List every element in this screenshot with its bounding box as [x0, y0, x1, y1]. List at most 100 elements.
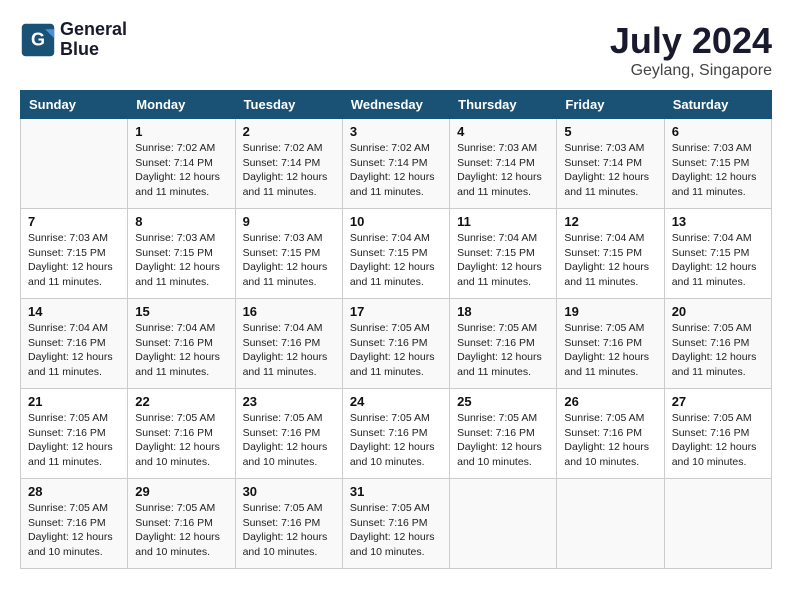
day-number: 22 [135, 394, 227, 409]
header-row: SundayMondayTuesdayWednesdayThursdayFrid… [21, 91, 772, 119]
day-info: Sunrise: 7:05 AMSunset: 7:16 PMDaylight:… [243, 411, 335, 470]
day-number: 10 [350, 214, 442, 229]
day-info: Sunrise: 7:02 AMSunset: 7:14 PMDaylight:… [135, 141, 227, 200]
col-header-monday: Monday [128, 91, 235, 119]
calendar-cell: 14 Sunrise: 7:04 AMSunset: 7:16 PMDaylig… [21, 299, 128, 389]
calendar-table: SundayMondayTuesdayWednesdayThursdayFrid… [20, 90, 772, 569]
calendar-cell: 10 Sunrise: 7:04 AMSunset: 7:15 PMDaylig… [342, 209, 449, 299]
col-header-friday: Friday [557, 91, 664, 119]
calendar-cell: 21 Sunrise: 7:05 AMSunset: 7:16 PMDaylig… [21, 389, 128, 479]
day-info: Sunrise: 7:02 AMSunset: 7:14 PMDaylight:… [243, 141, 335, 200]
calendar-cell: 15 Sunrise: 7:04 AMSunset: 7:16 PMDaylig… [128, 299, 235, 389]
col-header-thursday: Thursday [450, 91, 557, 119]
day-number: 26 [564, 394, 656, 409]
calendar-cell: 30 Sunrise: 7:05 AMSunset: 7:16 PMDaylig… [235, 479, 342, 569]
day-number: 12 [564, 214, 656, 229]
calendar-cell: 17 Sunrise: 7:05 AMSunset: 7:16 PMDaylig… [342, 299, 449, 389]
calendar-cell: 29 Sunrise: 7:05 AMSunset: 7:16 PMDaylig… [128, 479, 235, 569]
calendar-cell: 6 Sunrise: 7:03 AMSunset: 7:15 PMDayligh… [664, 119, 771, 209]
logo-text: General Blue [60, 20, 127, 60]
day-info: Sunrise: 7:04 AMSunset: 7:15 PMDaylight:… [350, 231, 442, 290]
calendar-cell: 3 Sunrise: 7:02 AMSunset: 7:14 PMDayligh… [342, 119, 449, 209]
day-number: 23 [243, 394, 335, 409]
day-info: Sunrise: 7:05 AMSunset: 7:16 PMDaylight:… [135, 501, 227, 560]
month-year: July 2024 [610, 20, 772, 62]
calendar-cell: 5 Sunrise: 7:03 AMSunset: 7:14 PMDayligh… [557, 119, 664, 209]
calendar-cell [21, 119, 128, 209]
day-number: 24 [350, 394, 442, 409]
calendar-cell: 24 Sunrise: 7:05 AMSunset: 7:16 PMDaylig… [342, 389, 449, 479]
day-number: 20 [672, 304, 764, 319]
week-row: 14 Sunrise: 7:04 AMSunset: 7:16 PMDaylig… [21, 299, 772, 389]
day-info: Sunrise: 7:05 AMSunset: 7:16 PMDaylight:… [457, 411, 549, 470]
calendar-cell [557, 479, 664, 569]
week-row: 21 Sunrise: 7:05 AMSunset: 7:16 PMDaylig… [21, 389, 772, 479]
week-row: 1 Sunrise: 7:02 AMSunset: 7:14 PMDayligh… [21, 119, 772, 209]
day-info: Sunrise: 7:05 AMSunset: 7:16 PMDaylight:… [672, 321, 764, 380]
day-info: Sunrise: 7:05 AMSunset: 7:16 PMDaylight:… [457, 321, 549, 380]
day-info: Sunrise: 7:05 AMSunset: 7:16 PMDaylight:… [350, 411, 442, 470]
day-number: 19 [564, 304, 656, 319]
day-number: 28 [28, 484, 120, 499]
calendar-cell: 28 Sunrise: 7:05 AMSunset: 7:16 PMDaylig… [21, 479, 128, 569]
logo-line2: Blue [60, 40, 127, 60]
calendar-cell: 11 Sunrise: 7:04 AMSunset: 7:15 PMDaylig… [450, 209, 557, 299]
day-number: 1 [135, 124, 227, 139]
calendar-cell: 13 Sunrise: 7:04 AMSunset: 7:15 PMDaylig… [664, 209, 771, 299]
day-number: 16 [243, 304, 335, 319]
day-info: Sunrise: 7:02 AMSunset: 7:14 PMDaylight:… [350, 141, 442, 200]
day-info: Sunrise: 7:05 AMSunset: 7:16 PMDaylight:… [28, 501, 120, 560]
day-info: Sunrise: 7:04 AMSunset: 7:15 PMDaylight:… [457, 231, 549, 290]
svg-text:G: G [31, 29, 45, 49]
day-number: 17 [350, 304, 442, 319]
day-info: Sunrise: 7:04 AMSunset: 7:16 PMDaylight:… [243, 321, 335, 380]
day-number: 14 [28, 304, 120, 319]
day-info: Sunrise: 7:05 AMSunset: 7:16 PMDaylight:… [564, 321, 656, 380]
calendar-cell: 12 Sunrise: 7:04 AMSunset: 7:15 PMDaylig… [557, 209, 664, 299]
day-number: 31 [350, 484, 442, 499]
day-info: Sunrise: 7:03 AMSunset: 7:14 PMDaylight:… [457, 141, 549, 200]
day-info: Sunrise: 7:04 AMSunset: 7:15 PMDaylight:… [672, 231, 764, 290]
calendar-cell: 1 Sunrise: 7:02 AMSunset: 7:14 PMDayligh… [128, 119, 235, 209]
logo-line1: General [60, 20, 127, 40]
day-number: 5 [564, 124, 656, 139]
day-info: Sunrise: 7:03 AMSunset: 7:14 PMDaylight:… [564, 141, 656, 200]
page-header: G General Blue July 2024 Geylang, Singap… [20, 20, 772, 80]
calendar-cell: 16 Sunrise: 7:04 AMSunset: 7:16 PMDaylig… [235, 299, 342, 389]
day-number: 8 [135, 214, 227, 229]
calendar-cell [450, 479, 557, 569]
calendar-cell: 20 Sunrise: 7:05 AMSunset: 7:16 PMDaylig… [664, 299, 771, 389]
calendar-cell: 18 Sunrise: 7:05 AMSunset: 7:16 PMDaylig… [450, 299, 557, 389]
day-info: Sunrise: 7:04 AMSunset: 7:16 PMDaylight:… [28, 321, 120, 380]
day-number: 25 [457, 394, 549, 409]
day-info: Sunrise: 7:05 AMSunset: 7:16 PMDaylight:… [350, 321, 442, 380]
day-number: 9 [243, 214, 335, 229]
title-block: July 2024 Geylang, Singapore [610, 20, 772, 80]
day-info: Sunrise: 7:05 AMSunset: 7:16 PMDaylight:… [243, 501, 335, 560]
day-number: 6 [672, 124, 764, 139]
calendar-cell: 31 Sunrise: 7:05 AMSunset: 7:16 PMDaylig… [342, 479, 449, 569]
week-row: 28 Sunrise: 7:05 AMSunset: 7:16 PMDaylig… [21, 479, 772, 569]
logo-icon: G [20, 22, 56, 58]
day-number: 18 [457, 304, 549, 319]
calendar-cell: 22 Sunrise: 7:05 AMSunset: 7:16 PMDaylig… [128, 389, 235, 479]
col-header-tuesday: Tuesday [235, 91, 342, 119]
week-row: 7 Sunrise: 7:03 AMSunset: 7:15 PMDayligh… [21, 209, 772, 299]
day-info: Sunrise: 7:03 AMSunset: 7:15 PMDaylight:… [243, 231, 335, 290]
col-header-saturday: Saturday [664, 91, 771, 119]
logo: G General Blue [20, 20, 127, 60]
location: Geylang, Singapore [610, 62, 772, 80]
calendar-cell: 19 Sunrise: 7:05 AMSunset: 7:16 PMDaylig… [557, 299, 664, 389]
calendar-cell [664, 479, 771, 569]
calendar-cell: 25 Sunrise: 7:05 AMSunset: 7:16 PMDaylig… [450, 389, 557, 479]
calendar-cell: 9 Sunrise: 7:03 AMSunset: 7:15 PMDayligh… [235, 209, 342, 299]
calendar-cell: 4 Sunrise: 7:03 AMSunset: 7:14 PMDayligh… [450, 119, 557, 209]
day-number: 27 [672, 394, 764, 409]
calendar-cell: 23 Sunrise: 7:05 AMSunset: 7:16 PMDaylig… [235, 389, 342, 479]
day-info: Sunrise: 7:05 AMSunset: 7:16 PMDaylight:… [28, 411, 120, 470]
day-number: 4 [457, 124, 549, 139]
calendar-cell: 26 Sunrise: 7:05 AMSunset: 7:16 PMDaylig… [557, 389, 664, 479]
day-number: 15 [135, 304, 227, 319]
day-info: Sunrise: 7:05 AMSunset: 7:16 PMDaylight:… [672, 411, 764, 470]
calendar-cell: 27 Sunrise: 7:05 AMSunset: 7:16 PMDaylig… [664, 389, 771, 479]
